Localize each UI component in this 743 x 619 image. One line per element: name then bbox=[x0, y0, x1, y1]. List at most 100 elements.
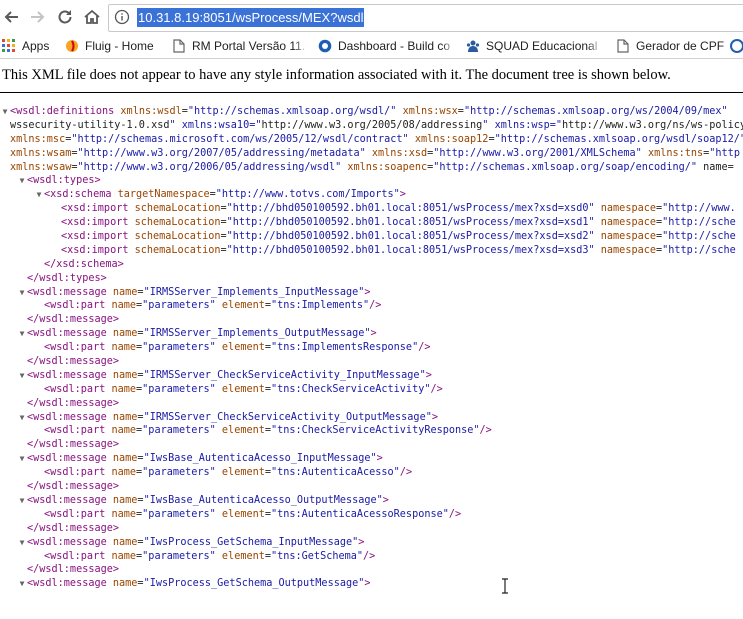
bookmark-overflow[interactable] bbox=[730, 38, 743, 54]
bookmark-gerador-cpf[interactable]: Gerador de CPF bbox=[616, 38, 728, 54]
xml-line: </wsdl:message> bbox=[0, 522, 743, 536]
xml-line-text: <wsdl:message name="IRMSServer_CheckServ… bbox=[27, 411, 438, 423]
xml-line-text: <wsdl:message name="IRMSServer_Implement… bbox=[27, 286, 371, 298]
bookmark-fluig-home[interactable]: Fluig - Home bbox=[65, 38, 165, 54]
xml-line-text: </wsdl:message> bbox=[27, 397, 120, 409]
bookmarks-bar: Apps Fluig - Home RM Portal Versão 11. D… bbox=[0, 34, 743, 59]
xml-line: <wsdl:part name="parameters" element="tn… bbox=[0, 550, 743, 564]
collapse-toggle-icon[interactable]: ▼ bbox=[17, 286, 27, 300]
collapse-toggle-icon[interactable]: ▼ bbox=[17, 369, 27, 383]
back-button[interactable] bbox=[1, 6, 23, 28]
xml-line: ▼ <wsdl:message name="IRMSServer_CheckSer… bbox=[0, 411, 743, 425]
xml-line: ▼ <wsdl:definitions xmlns:wsdl="http://sc… bbox=[0, 105, 743, 119]
xml-line: <xsd:import schemaLocation="http://bhd05… bbox=[0, 216, 743, 230]
collapse-toggle-icon[interactable]: ▼ bbox=[17, 494, 27, 508]
xml-line-text: <wsdl:part name="parameters" element="tn… bbox=[44, 467, 413, 479]
bookmark-rm-portal[interactable]: RM Portal Versão 11. bbox=[172, 38, 308, 54]
home-button[interactable] bbox=[81, 6, 103, 28]
site-info-icon[interactable] bbox=[114, 9, 130, 25]
reload-button[interactable] bbox=[54, 6, 76, 28]
url-text[interactable]: 10.31.8.19:8051/wsProcess/MEX?wsdl bbox=[137, 8, 365, 27]
xml-line: ▼ <wsdl:message name="IwsProcess_GetSchem… bbox=[0, 577, 743, 591]
xml-line: <wsdl:part name="parameters" element="tn… bbox=[0, 424, 743, 438]
xml-line-text: xmlns:wsaw="http://www.w3.org/2006/05/ad… bbox=[10, 161, 734, 173]
label-fade bbox=[588, 38, 602, 54]
page-content: This XML file does not appear to have an… bbox=[0, 59, 743, 619]
xml-line-text: wssecurity-utility-1.0.xsd" xmlns:wsa10=… bbox=[10, 119, 743, 131]
back-arrow-icon bbox=[4, 11, 18, 23]
text-cursor-icon bbox=[502, 578, 508, 594]
xml-line-text: <wsdl:part name="parameters" element="tn… bbox=[44, 383, 443, 395]
xml-line-text: <wsdl:message name="IwsBase_AutenticaAce… bbox=[27, 453, 383, 465]
xml-line: xmlns:wsaw="http://www.w3.org/2006/05/ad… bbox=[0, 161, 743, 175]
bookmark-squad-educacional[interactable]: SQUAD Educacional bbox=[466, 38, 602, 54]
collapse-toggle-icon[interactable]: ▼ bbox=[17, 411, 27, 425]
xml-line: <wsdl:part name="parameters" element="tn… bbox=[0, 299, 743, 313]
collapse-toggle-icon[interactable]: ▼ bbox=[17, 577, 27, 591]
bookmark-label: Dashboard - Build co bbox=[338, 39, 451, 53]
label-fade bbox=[442, 38, 456, 54]
browser-toolbar: 10.31.8.19:8051/wsProcess/MEX?wsdl bbox=[0, 0, 743, 34]
reload-icon bbox=[58, 10, 72, 24]
collapse-toggle-icon[interactable]: ▼ bbox=[17, 452, 27, 466]
xml-line-text: <wsdl:part name="parameters" element="tn… bbox=[44, 342, 431, 354]
xml-line-text: xmlns:wsam="http://www.w3.org/2007/05/ad… bbox=[10, 147, 740, 159]
xml-line: <wsdl:part name="parameters" element="tn… bbox=[0, 383, 743, 397]
xml-line: ▼ <wsdl:message name="IRMSServer_Implemen… bbox=[0, 327, 743, 341]
bookmark-apps[interactable]: Apps bbox=[2, 38, 60, 54]
xml-line: </wsdl:message> bbox=[0, 355, 743, 369]
xml-style-notice: This XML file does not appear to have an… bbox=[2, 67, 671, 83]
xml-line: </wsdl:types> bbox=[0, 272, 743, 286]
xml-line: </wsdl:message> bbox=[0, 313, 743, 327]
xml-line: <xsd:import schemaLocation="http://bhd05… bbox=[0, 244, 743, 258]
xml-line-text: <wsdl:message name="IwsProcess_GetSchema… bbox=[27, 578, 371, 590]
build-dashboard-icon bbox=[318, 39, 332, 53]
page-icon bbox=[616, 39, 630, 53]
bookmark-dashboard-build[interactable]: Dashboard - Build co bbox=[318, 38, 456, 54]
xml-line: ▼ <wsdl:message name="IwsProcess_GetSchem… bbox=[0, 536, 743, 550]
xml-line: xmlns:wsam="http://www.w3.org/2007/05/ad… bbox=[0, 147, 743, 161]
collapse-toggle-icon[interactable]: ▼ bbox=[17, 174, 27, 188]
xml-line-text: </xsd:schema> bbox=[44, 258, 124, 270]
xml-line: ▼ <xsd:schema targetNamespace="http://www… bbox=[0, 188, 743, 202]
xml-line: xmlns:msc="http://schemas.microsoft.com/… bbox=[0, 133, 743, 147]
bookmark-label: Apps bbox=[22, 39, 50, 53]
xml-line: ▼ <wsdl:types> bbox=[0, 174, 743, 188]
xml-line: <wsdl:part name="parameters" element="tn… bbox=[0, 508, 743, 522]
xml-line: ▼ <wsdl:message name="IwsBase_AutenticaAc… bbox=[0, 452, 743, 466]
collapse-toggle-icon[interactable]: ▼ bbox=[17, 327, 27, 341]
forward-arrow-icon bbox=[31, 11, 45, 23]
address-bar[interactable]: 10.31.8.19:8051/wsProcess/MEX?wsdl bbox=[108, 4, 743, 32]
xml-line-text: <wsdl:message name="IRMSServer_CheckServ… bbox=[27, 369, 432, 381]
xml-line: </wsdl:message> bbox=[0, 438, 743, 452]
squad-icon bbox=[466, 39, 480, 53]
collapse-toggle-icon[interactable]: ▼ bbox=[34, 188, 44, 202]
notice-divider bbox=[0, 92, 743, 93]
xml-line-text: </wsdl:message> bbox=[27, 564, 120, 576]
xml-line: <xsd:import schemaLocation="http://bhd05… bbox=[0, 202, 743, 216]
xml-line: </wsdl:message> bbox=[0, 397, 743, 411]
xml-line-text: </wsdl:message> bbox=[27, 439, 120, 451]
collapse-toggle-icon[interactable]: ▼ bbox=[17, 536, 27, 550]
xml-line: ▼ <wsdl:message name="IRMSServer_Implemen… bbox=[0, 286, 743, 300]
xml-line: </wsdl:message> bbox=[0, 480, 743, 494]
page-icon bbox=[172, 39, 186, 53]
xml-line-text: <wsdl:part name="parameters" element="tn… bbox=[44, 550, 376, 562]
xml-line-text: <xsd:import schemaLocation="http://bhd05… bbox=[61, 231, 736, 243]
forward-button[interactable] bbox=[26, 6, 48, 28]
xml-line-text: <wsdl:types> bbox=[27, 175, 101, 187]
xml-line: </xsd:schema> bbox=[0, 258, 743, 272]
xml-line-text: <wsdl:message name="IwsProcess_GetSchema… bbox=[27, 536, 365, 548]
xml-line-text: <wsdl:message name="IwsBase_AutenticaAce… bbox=[27, 494, 389, 506]
xml-line-text: <wsdl:part name="parameters" element="tn… bbox=[44, 508, 462, 520]
label-fade bbox=[294, 38, 308, 54]
xml-line-text: </wsdl:message> bbox=[27, 522, 120, 534]
xml-line: <wsdl:part name="parameters" element="tn… bbox=[0, 466, 743, 480]
apps-grid-icon bbox=[2, 39, 16, 53]
xml-line-text: </wsdl:types> bbox=[27, 272, 107, 284]
collapse-toggle-icon[interactable]: ▼ bbox=[0, 105, 10, 119]
xml-line: <wsdl:part name="parameters" element="tn… bbox=[0, 341, 743, 355]
xml-line: </wsdl:message> bbox=[0, 563, 743, 577]
xml-line-text: </wsdl:message> bbox=[27, 314, 120, 326]
globe-icon bbox=[730, 39, 743, 53]
